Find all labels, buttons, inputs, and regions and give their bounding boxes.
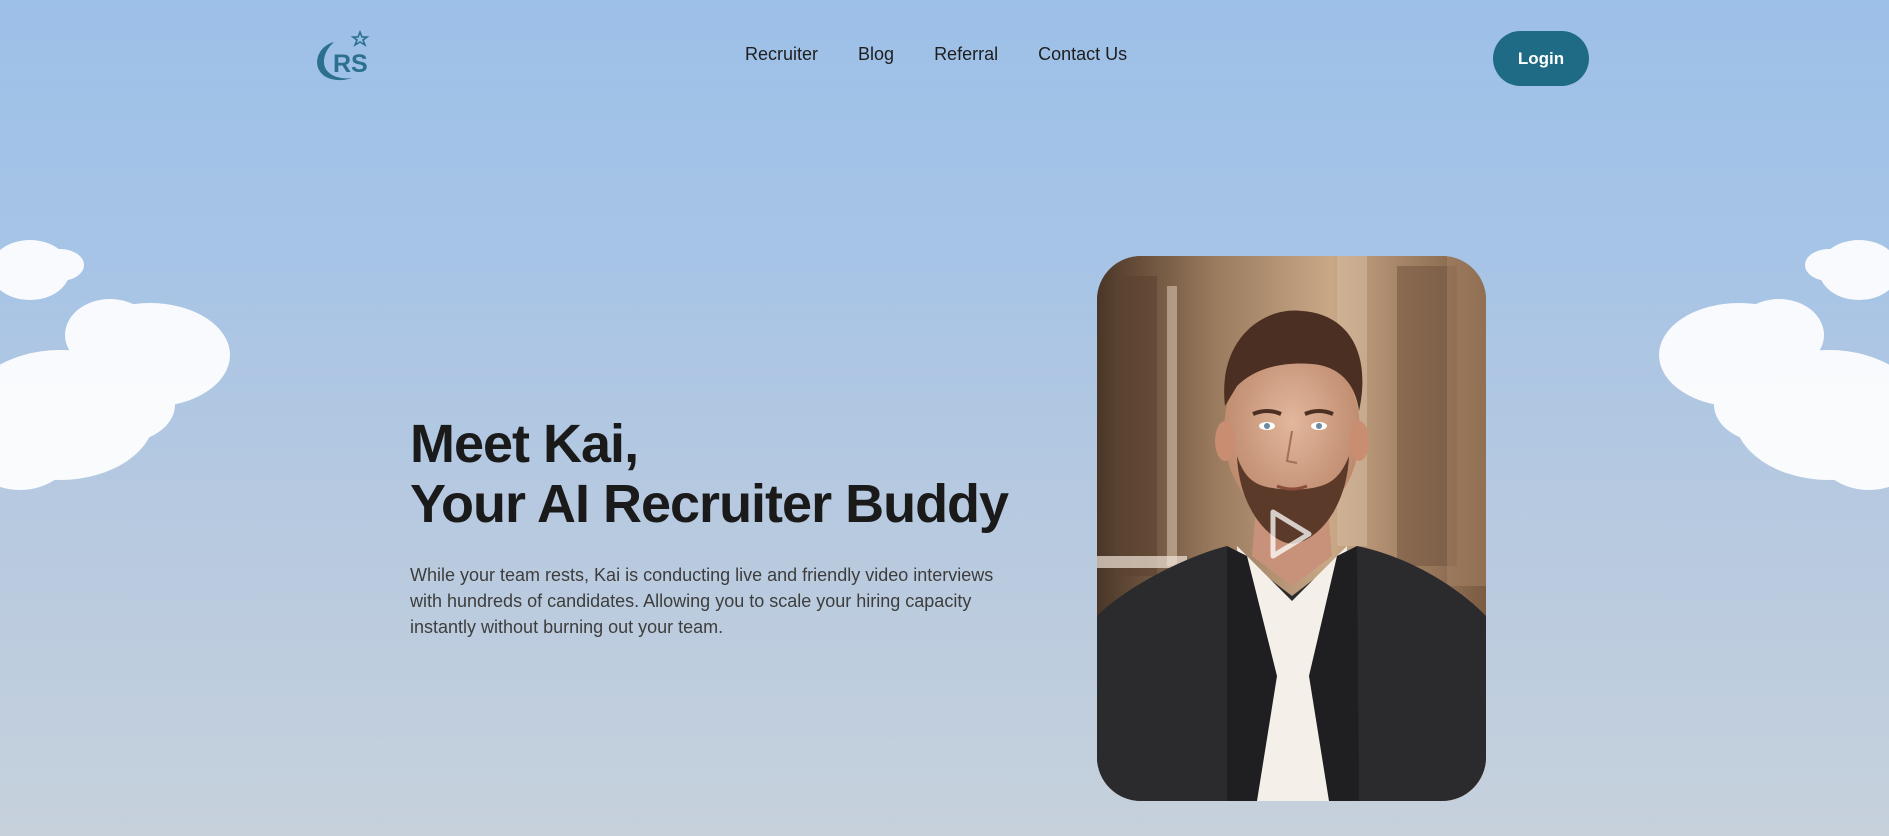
login-button[interactable]: Login	[1493, 31, 1589, 86]
hero-title: Meet Kai, Your AI Recruiter Buddy	[410, 414, 1009, 534]
hero-description: While your team rests, Kai is conducting…	[410, 565, 994, 637]
svg-text:RS: RS	[333, 50, 368, 78]
nav-item-recruiter[interactable]: Recruiter	[745, 44, 818, 65]
site-header: RS Recruiter Blog Referral Contact Us Lo…	[0, 0, 1889, 116]
nav-item-blog[interactable]: Blog	[858, 44, 894, 65]
play-icon[interactable]	[1265, 506, 1317, 562]
intro-video[interactable]	[1097, 256, 1486, 801]
hero-title-line2: Your AI Recruiter Buddy	[410, 474, 1009, 534]
cloud-decoration-left	[0, 225, 240, 505]
main-nav: Recruiter Blog Referral Contact Us	[745, 44, 1127, 65]
cloud-decoration-right	[1649, 225, 1889, 505]
nav-item-contact-us[interactable]: Contact Us	[1038, 44, 1127, 65]
nav-item-referral[interactable]: Referral	[934, 44, 998, 65]
hero-title-line1: Meet Kai,	[410, 414, 639, 474]
rs-logo-icon[interactable]: RS	[312, 29, 372, 86]
